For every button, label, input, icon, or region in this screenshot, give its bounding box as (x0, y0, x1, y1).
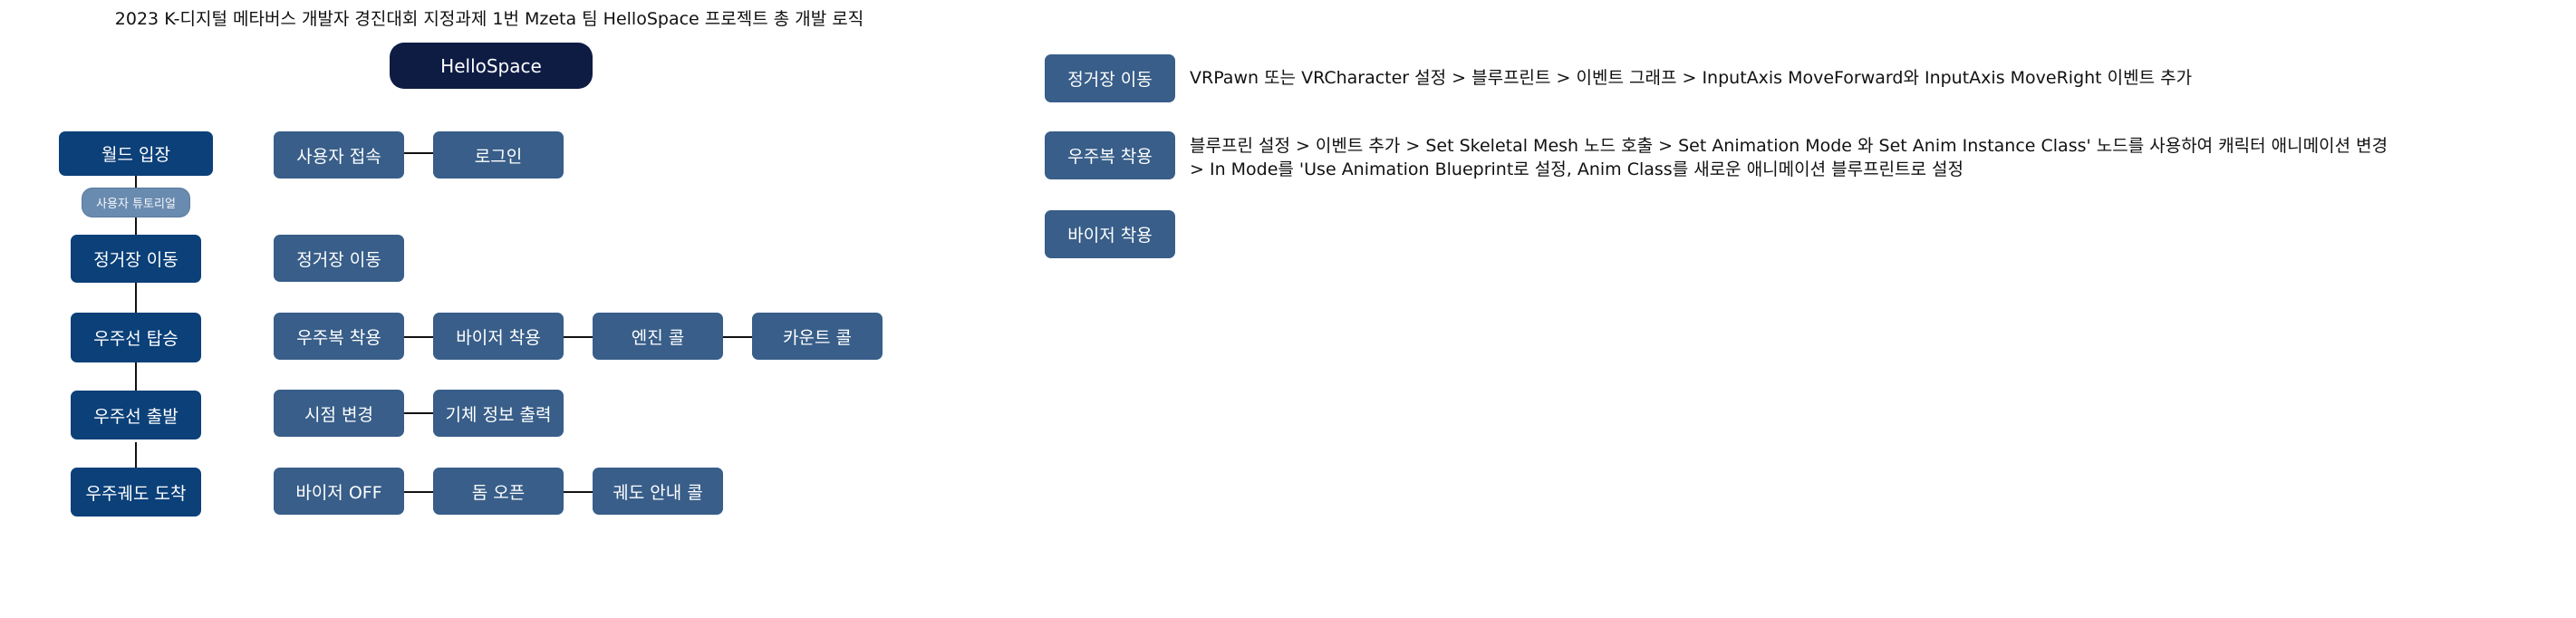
flow-diagram: 2023 K-디지털 메타버스 개발자 경진대회 지정과제 1번 Mzeta 팀… (0, 0, 2576, 618)
stage-user-tutorial[interactable]: 사용자 튜토리얼 (82, 188, 190, 217)
page-title: 2023 K-디지털 메타버스 개발자 경진대회 지정과제 1번 Mzeta 팀… (114, 9, 864, 29)
note-wear-suit-text-1: 블루프린 설정 > 이벤트 추가 > Set Skeletal Mesh 노드 … (1190, 136, 2388, 156)
note-wear-suit-text-2: > In Mode를 'Use Animation Blueprint로 설정,… (1190, 159, 1964, 179)
connector (402, 412, 433, 414)
stage-world-entry[interactable]: 월드 입장 (59, 131, 213, 176)
note-station-move-label[interactable]: 정거장 이동 (1045, 54, 1175, 102)
connector (721, 336, 752, 338)
connector (562, 336, 593, 338)
stage-ship-depart[interactable]: 우주선 출발 (71, 391, 201, 439)
stage-station-move[interactable]: 정거장 이동 (71, 235, 201, 283)
step-count-call[interactable]: 카운트 콜 (752, 313, 883, 360)
note-wear-visor-label[interactable]: 바이저 착용 (1045, 210, 1175, 258)
step-craft-info[interactable]: 기체 정보 출력 (433, 390, 564, 437)
step-view-change[interactable]: 시점 변경 (274, 390, 404, 437)
step-wear-visor[interactable]: 바이저 착용 (433, 313, 564, 360)
step-login[interactable]: 로그인 (433, 131, 564, 179)
connector (562, 491, 593, 493)
step-station-move[interactable]: 정거장 이동 (274, 235, 404, 282)
note-wear-suit-label[interactable]: 우주복 착용 (1045, 131, 1175, 179)
connector (402, 336, 433, 338)
step-wear-suit[interactable]: 우주복 착용 (274, 313, 404, 360)
stage-orbit-arrive[interactable]: 우주궤도 도착 (71, 468, 201, 517)
step-dome-open[interactable]: 돔 오픈 (433, 468, 564, 515)
note-station-move-text: VRPawn 또는 VRCharacter 설정 > 블루프린트 > 이벤트 그… (1190, 68, 2193, 88)
step-visor-off[interactable]: 바이저 OFF (274, 468, 404, 515)
connector (402, 152, 433, 154)
step-engine-call[interactable]: 엔진 콜 (593, 313, 723, 360)
step-user-connect[interactable]: 사용자 접속 (274, 131, 404, 179)
step-orbit-guide[interactable]: 궤도 안내 콜 (593, 468, 723, 515)
connector (402, 491, 433, 493)
stage-ship-board[interactable]: 우주선 탑승 (71, 313, 201, 362)
root-node[interactable]: HelloSpace (390, 43, 593, 89)
